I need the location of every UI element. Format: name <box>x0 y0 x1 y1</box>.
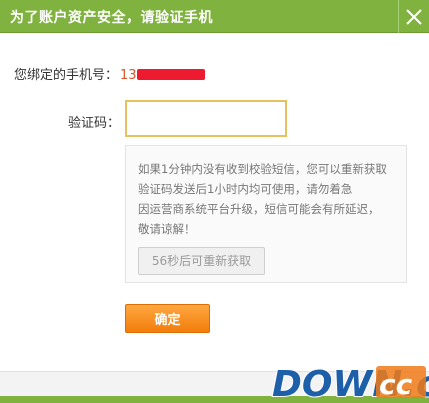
resend-code-button[interactable]: 56秒后可重新获取 <box>138 247 265 275</box>
bound-phone-label: 您绑定的手机号： <box>14 68 119 83</box>
notice-line: 因运营商系统平台升级，短信可能会有所延迟， <box>138 202 380 216</box>
verification-code-label: 验证码： <box>68 116 121 131</box>
notice-line: 如果1分钟内没有收到校验短信，您可以重新获取 <box>138 162 387 176</box>
notice-line: 验证码发送后1小时内均可使用，请勿着急 <box>138 182 353 196</box>
dialog-titlebar: 为了账户资产安全，请验证手机 <box>0 0 429 33</box>
svg-text:cc: cc <box>379 368 413 401</box>
notice-line: 敬请谅解！ <box>138 222 196 236</box>
bound-phone-number: 13 <box>120 68 137 83</box>
close-icon <box>406 8 422 25</box>
down-cc-watermark-logo: DOWN.cc cc <box>271 363 429 403</box>
phone-redaction-mask <box>136 68 205 80</box>
dialog-title: 为了账户资产安全，请验证手机 <box>10 10 213 26</box>
close-button[interactable] <box>398 0 429 33</box>
verification-code-input[interactable] <box>125 100 287 137</box>
confirm-button[interactable]: 确定 <box>125 304 210 333</box>
bound-phone-row: 您绑定的手机号： 13 <box>14 64 205 83</box>
sms-notice-box: 如果1分钟内没有收到校验短信，您可以重新获取 验证码发送后1小时内均可使用，请勿… <box>125 145 407 283</box>
